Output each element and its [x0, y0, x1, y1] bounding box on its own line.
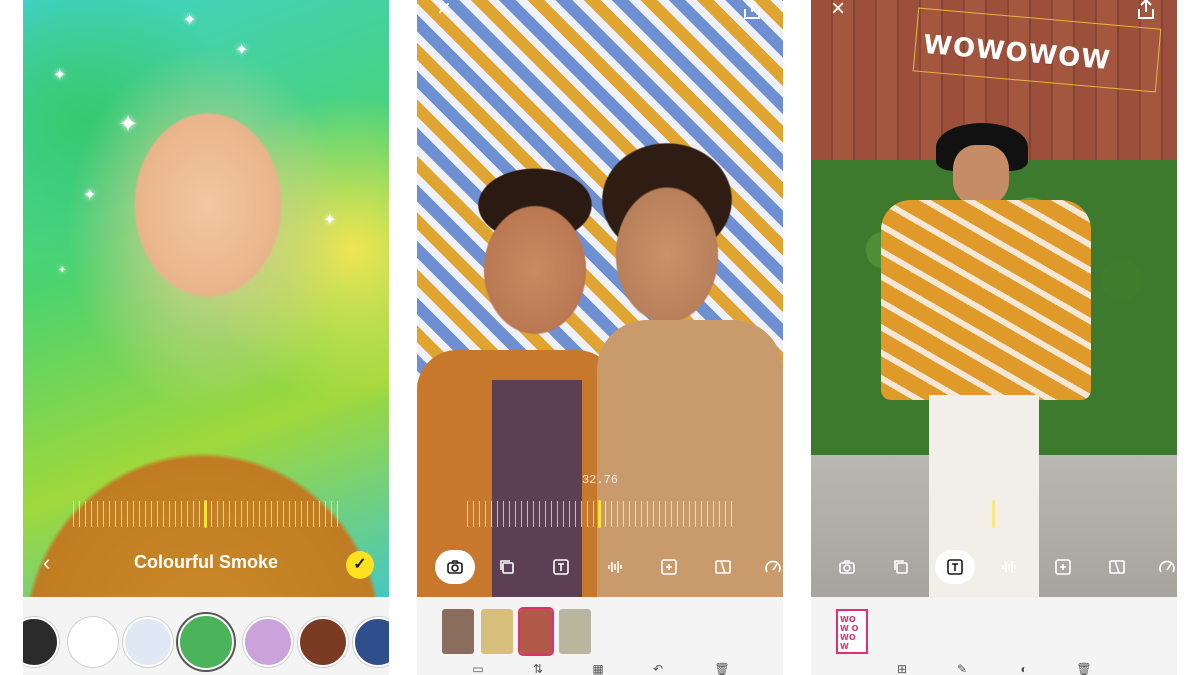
person-shirt: [881, 200, 1091, 400]
clip-selfie-duo[interactable]: [442, 609, 474, 654]
sparkle-icon: ✦: [323, 212, 337, 229]
undo-icon[interactable]: ↶: [649, 662, 667, 675]
camera-viewport: × 32.76: [417, 0, 783, 597]
text-icon[interactable]: [543, 550, 579, 584]
edit-icon[interactable]: ✎: [953, 662, 971, 675]
camera-icon[interactable]: [435, 550, 475, 584]
black-face-filter[interactable]: [23, 617, 59, 667]
color-icon[interactable]: ◐: [1015, 662, 1033, 675]
scrubber-playhead[interactable]: [204, 500, 207, 528]
sparkle-icon: ✦: [53, 67, 67, 84]
edit-toolbar: [417, 550, 783, 586]
trash-icon[interactable]: 🗑: [713, 662, 731, 675]
clip-edit-screen: × 32.76 ▭ ⇅ ▦ ↶ 🗑: [417, 0, 783, 675]
clip-wall[interactable]: [518, 607, 554, 656]
trim-icon[interactable]: ▭: [469, 662, 487, 675]
scrubber-playhead[interactable]: [598, 500, 601, 528]
face-filter-tray: [23, 597, 389, 675]
sparkle-icon: ✦: [58, 265, 67, 276]
speed-icon[interactable]: [755, 550, 783, 584]
share-icon[interactable]: [1135, 0, 1159, 22]
sparkle-icon: ✦: [183, 12, 197, 29]
filter-screen: ✦ ✦ ✦ ✦ ✦ ✦ ✦ ‹ Colourful Smoke ✓: [23, 0, 389, 675]
sparkle-icon: ✦: [118, 111, 139, 138]
time-readout: 32.76: [581, 473, 618, 487]
edit-toolbar: [811, 550, 1177, 586]
checkmark-icon: ✓: [353, 556, 367, 573]
sparkle-icon: ✦: [235, 42, 249, 59]
layout-icon[interactable]: ▦: [589, 662, 607, 675]
duplicate-icon[interactable]: [883, 550, 919, 584]
text-sticker-screen: WOWOWOW × WOW OWO W ⊞ ✎ ◐ 🗑: [811, 0, 1177, 675]
camera-viewport: WOWOWOW ×: [811, 0, 1177, 597]
add-icon[interactable]: ⊞: [893, 662, 911, 675]
scrubber-playhead[interactable]: [992, 500, 995, 528]
smoke-filter[interactable]: [178, 614, 234, 670]
audio-icon[interactable]: [597, 550, 633, 584]
confirm-button[interactable]: ✓: [346, 551, 374, 579]
blue-filter[interactable]: [353, 617, 389, 667]
split-icon[interactable]: [1099, 550, 1135, 584]
add-clip-icon[interactable]: [651, 550, 687, 584]
text-icon[interactable]: [935, 550, 975, 584]
clip-tray: WOW OWO W: [811, 597, 1177, 675]
sparkle-icon: ✦: [83, 187, 97, 204]
clip-man[interactable]: [559, 609, 591, 654]
close-icon[interactable]: ×: [825, 0, 851, 24]
camera-icon[interactable]: [829, 550, 865, 584]
reorder-icon[interactable]: ⇅: [529, 662, 547, 675]
snow-face-filter[interactable]: [123, 617, 173, 667]
filter-name-label: Colourful Smoke: [133, 552, 278, 572]
person-face: [953, 145, 1009, 205]
add-clip-icon[interactable]: [1045, 550, 1081, 584]
glitch-filter[interactable]: [243, 617, 293, 667]
close-icon[interactable]: ×: [431, 0, 457, 24]
white-face-filter[interactable]: [68, 617, 118, 667]
brown-face-filter[interactable]: [298, 617, 348, 667]
split-icon[interactable]: [705, 550, 741, 584]
audio-icon[interactable]: [991, 550, 1027, 584]
camera-viewport: ✦ ✦ ✦ ✦ ✦ ✦ ✦ ‹ Colourful Smoke ✓: [23, 0, 389, 597]
text-clip-thumbnail[interactable]: WOW OWO W: [836, 609, 868, 654]
speed-icon[interactable]: [1149, 550, 1177, 584]
duplicate-icon[interactable]: [489, 550, 525, 584]
trash-icon[interactable]: 🗑: [1075, 662, 1093, 675]
share-icon[interactable]: [741, 0, 765, 22]
clip-woman[interactable]: [481, 609, 513, 654]
